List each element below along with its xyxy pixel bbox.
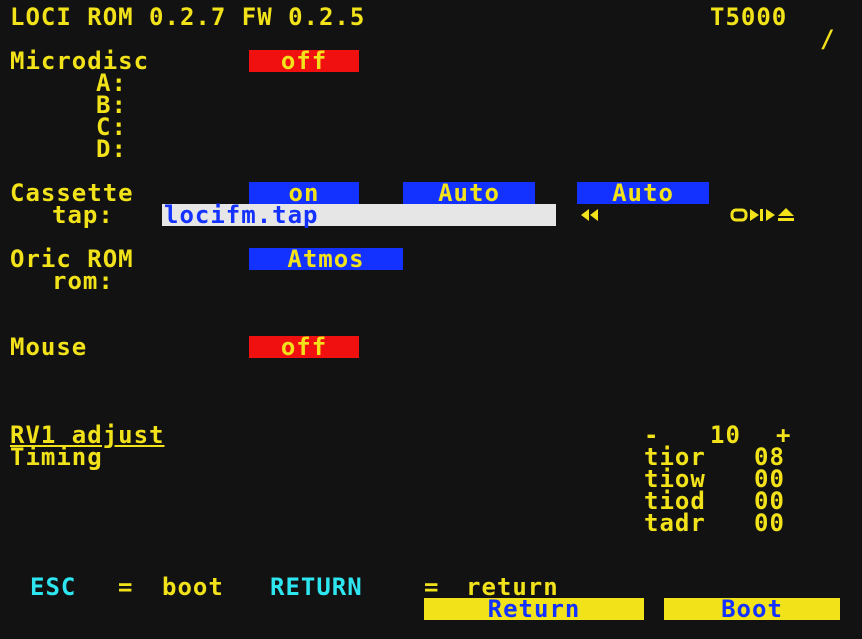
mouse-toggle[interactable]: off: [249, 335, 359, 359]
timing-row-value[interactable]: 00: [754, 511, 785, 535]
microdisc-label: Microdisc: [10, 47, 150, 75]
cassette-mode1-button[interactable]: Auto: [403, 181, 535, 205]
rom-file-label: rom:: [52, 267, 114, 295]
rewind-icon[interactable]: [578, 207, 602, 223]
tap-file-name: locifm.tap: [164, 201, 319, 229]
microdisc-toggle[interactable]: off: [249, 49, 359, 73]
loci-screen: { "header": { "title": "LOCI ROM 0.2.7 F…: [0, 0, 862, 639]
app-title: LOCI ROM 0.2.7 FW 0.2.5: [10, 3, 366, 31]
tap-file-field[interactable]: locifm.tap: [162, 201, 556, 229]
return-button[interactable]: Return: [424, 597, 644, 621]
oric-rom-selector[interactable]: Atmos: [249, 247, 403, 271]
tap-label: tap:: [52, 201, 114, 229]
equals-sign: =: [424, 573, 440, 601]
clock-readout: T5000: [710, 3, 788, 31]
cassette-mode2-button[interactable]: Auto: [577, 181, 709, 205]
esc-key-label: ESC: [30, 573, 77, 601]
activity-indicator: /: [820, 25, 836, 53]
mouse-label: Mouse: [10, 333, 88, 361]
timing-row-name: tadr: [644, 509, 706, 537]
boot-button[interactable]: Boot: [664, 597, 840, 621]
drive-d-slot[interactable]: D:: [96, 137, 127, 161]
tape-controls-icon[interactable]: [730, 206, 796, 224]
equals-sign: =: [118, 573, 134, 601]
boot-hint: boot: [162, 573, 224, 601]
timing-label: Timing: [10, 443, 103, 471]
rv1-value: 10: [710, 421, 741, 449]
return-key-label: RETURN: [270, 573, 363, 601]
